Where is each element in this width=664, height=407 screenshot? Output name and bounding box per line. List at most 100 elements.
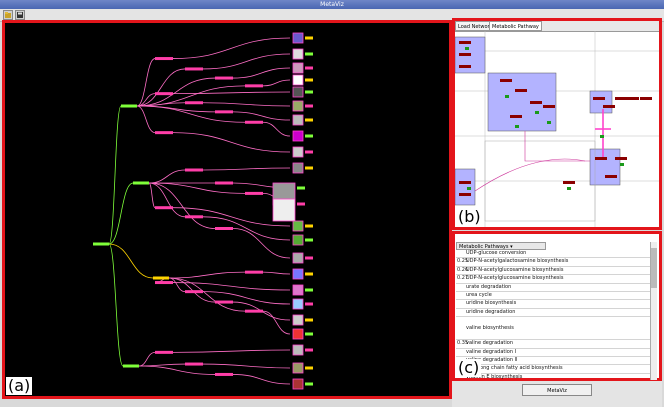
- list-scrollbar[interactable]: [650, 242, 657, 380]
- organism-thumbnail[interactable]: [292, 130, 304, 142]
- list-item[interactable]: very long chain fatty acid biosynthesis: [456, 365, 652, 374]
- reaction-bar[interactable]: [530, 101, 542, 104]
- organism-thumbnail[interactable]: [292, 234, 304, 246]
- tree-node[interactable]: [297, 186, 305, 190]
- tree-node[interactable]: [305, 90, 313, 94]
- tree-node[interactable]: [305, 382, 313, 386]
- list-item[interactable]: uridine biosynthesis: [456, 300, 652, 309]
- pathway-diagram[interactable]: [455, 31, 659, 227]
- reaction-bar[interactable]: [605, 175, 617, 178]
- list-item[interactable]: valine degradation I: [456, 349, 652, 357]
- metabolite-node[interactable]: [465, 47, 469, 50]
- reaction-bar[interactable]: [515, 89, 527, 92]
- tree-node[interactable]: [305, 332, 313, 336]
- pathway-list[interactable]: UDP-glucose conversion 0.25 UDP-N-acetylga…: [456, 250, 652, 399]
- tree-node[interactable]: [155, 57, 173, 61]
- metaviz-button[interactable]: MetaViz: [522, 384, 592, 396]
- metabolite-node[interactable]: [515, 125, 519, 128]
- tree-node[interactable]: [93, 242, 109, 246]
- tree-node[interactable]: [245, 309, 263, 313]
- taxonomy-tree-panel[interactable]: (a): [2, 20, 452, 399]
- tree-node[interactable]: [305, 348, 313, 352]
- metabolite-node[interactable]: [535, 111, 539, 114]
- tree-node[interactable]: [245, 270, 263, 274]
- reaction-bar[interactable]: [615, 157, 627, 160]
- list-item[interactable]: 0.35 valine degradation: [456, 340, 652, 349]
- open-button[interactable]: [3, 10, 13, 20]
- reaction-bar[interactable]: [500, 79, 512, 82]
- save-button[interactable]: [15, 10, 25, 20]
- reaction-bar[interactable]: [510, 115, 522, 118]
- tree-node[interactable]: [133, 181, 149, 185]
- tree-node[interactable]: [305, 118, 313, 122]
- reaction-bar[interactable]: [459, 41, 471, 44]
- organism-thumbnail[interactable]: [292, 32, 304, 44]
- tree-node[interactable]: [245, 84, 263, 88]
- tree-node[interactable]: [185, 67, 203, 71]
- scrollbar-thumb[interactable]: [651, 248, 657, 288]
- reaction-bar[interactable]: [459, 65, 471, 68]
- tree-node[interactable]: [155, 281, 173, 285]
- tree-node[interactable]: [215, 300, 233, 304]
- tree-node[interactable]: [121, 104, 137, 108]
- tree-node[interactable]: [305, 238, 313, 242]
- tree-node[interactable]: [305, 36, 313, 40]
- organism-thumbnail[interactable]: [292, 100, 304, 112]
- organism-thumbnail[interactable]: [292, 162, 304, 174]
- tree-node[interactable]: [305, 224, 313, 228]
- metabolite-node[interactable]: [505, 95, 509, 98]
- tree-node[interactable]: [245, 191, 263, 195]
- list-column-header[interactable]: Metabolic Pathways ▾: [456, 242, 546, 250]
- organism-thumbnail[interactable]: [292, 74, 304, 86]
- tree-node[interactable]: [305, 78, 313, 82]
- tree-node[interactable]: [153, 276, 169, 280]
- reaction-bar[interactable]: [543, 105, 555, 108]
- organism-thumbnail[interactable]: [272, 198, 296, 222]
- tree-node[interactable]: [305, 288, 313, 292]
- tree-node[interactable]: [305, 166, 313, 170]
- tree-node[interactable]: [305, 66, 313, 70]
- tree-node[interactable]: [215, 181, 233, 185]
- reaction-bar[interactable]: [459, 53, 471, 56]
- metabolite-node[interactable]: [467, 187, 471, 190]
- list-item[interactable]: valine biosynthesis: [456, 317, 652, 341]
- tree-node[interactable]: [155, 350, 173, 354]
- list-item[interactable]: UDP-glucose conversion: [456, 250, 652, 259]
- tree-node[interactable]: [305, 256, 313, 260]
- tab-metabolic-pathway[interactable]: Metabolic Pathway: [489, 21, 542, 31]
- organism-thumbnail[interactable]: [292, 220, 304, 232]
- tree-node[interactable]: [185, 168, 203, 172]
- organism-thumbnail[interactable]: [292, 62, 304, 74]
- metabolite-node[interactable]: [600, 135, 604, 138]
- tree-node[interactable]: [305, 134, 313, 138]
- tree-node[interactable]: [123, 364, 139, 368]
- list-item[interactable]: urate degradation: [456, 284, 652, 292]
- tree-node[interactable]: [215, 372, 233, 376]
- organism-thumbnail[interactable]: [292, 344, 304, 356]
- tree-node[interactable]: [215, 227, 233, 230]
- organism-thumbnail[interactable]: [292, 252, 304, 264]
- metabolite-node[interactable]: [567, 187, 571, 190]
- list-item[interactable]: 0.26 UDP-N-acetylglucosamine biosynthesis: [456, 267, 652, 276]
- reaction-bar[interactable]: [640, 97, 652, 100]
- reaction-bar[interactable]: [459, 181, 471, 184]
- organism-thumbnail[interactable]: [292, 378, 304, 390]
- organism-thumbnail[interactable]: [292, 328, 304, 340]
- tree-node[interactable]: [305, 366, 313, 370]
- taxonomy-tree[interactable]: [5, 23, 449, 396]
- list-item[interactable]: 0.27 UDP-N-acetylglucosamine biosynthesis: [456, 275, 652, 284]
- tree-node[interactable]: [215, 76, 233, 80]
- tree-node[interactable]: [155, 206, 173, 210]
- list-item[interactable]: 0.25 UDP-N-acetylgalactosamine biosynthes…: [456, 258, 652, 267]
- tree-node[interactable]: [305, 150, 313, 154]
- tree-node[interactable]: [305, 52, 313, 56]
- tree-node[interactable]: [245, 120, 263, 124]
- reaction-bar[interactable]: [627, 97, 639, 100]
- tree-node[interactable]: [215, 110, 233, 114]
- reaction-bar[interactable]: [595, 157, 607, 160]
- list-item[interactable]: uridine degradation: [456, 309, 652, 318]
- tree-node[interactable]: [185, 362, 203, 366]
- tree-node[interactable]: [305, 104, 313, 108]
- tree-node[interactable]: [297, 202, 305, 206]
- list-item[interactable]: urea cycle: [456, 292, 652, 301]
